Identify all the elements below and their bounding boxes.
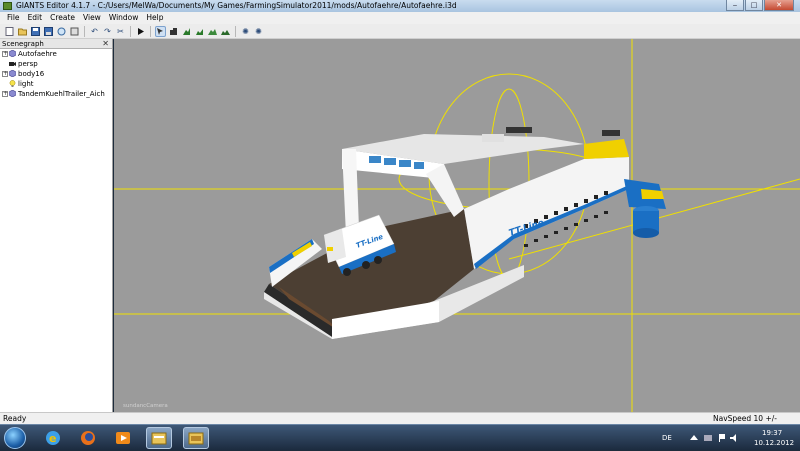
giants-editor-icon[interactable]	[183, 427, 209, 449]
new-file-icon[interactable]	[4, 26, 15, 37]
flag-icon[interactable]	[718, 434, 726, 442]
minimize-button[interactable]: ‒	[726, 0, 744, 11]
move-icon[interactable]	[168, 26, 179, 37]
clock-time[interactable]: 19:37	[762, 429, 782, 437]
tree-item-label: Autofaehre	[18, 50, 57, 58]
redo-icon[interactable]: ↷	[102, 26, 113, 37]
arrow-up-icon[interactable]	[690, 434, 698, 442]
3d-viewport[interactable]: TT-Line TT-Line sundancCamera	[114, 39, 800, 412]
toolbar-separator	[235, 25, 236, 37]
explorer-icon[interactable]	[146, 427, 172, 449]
tree-item-label: persp	[18, 60, 38, 68]
menu-file[interactable]: File	[3, 12, 24, 24]
window-title: GIANTS Editor 4.1.7 - C:/Users/MelWa/Doc…	[16, 1, 457, 10]
svg-text:e: e	[49, 432, 56, 445]
tree-item-light[interactable]: light	[0, 79, 112, 89]
tree-item-persp[interactable]: persp	[0, 59, 112, 69]
status-bar: Ready NavSpeed 10 +/-	[0, 412, 800, 424]
save-as-icon[interactable]	[43, 26, 54, 37]
volume-icon[interactable]	[730, 434, 738, 442]
menu-window[interactable]: Window	[105, 12, 143, 24]
title-bar: GIANTS Editor 4.1.7 - C:/Users/MelWa/Doc…	[0, 0, 800, 12]
internet-explorer-icon[interactable]: e	[40, 427, 66, 449]
play-icon[interactable]	[135, 26, 146, 37]
settings-icon[interactable]: ✺	[240, 26, 251, 37]
close-button[interactable]: ✕	[764, 0, 794, 11]
system-tray: DE 19:37 10.12.2012	[650, 425, 800, 451]
open-icon[interactable]	[17, 26, 28, 37]
giants-app-icon	[3, 2, 12, 10]
viewport-scene: TT-Line TT-Line sundancCamera	[114, 39, 800, 412]
windows-taskbar: e DE 19:37 10.12.2012	[0, 424, 800, 450]
camera-icon	[9, 62, 16, 66]
scenegraph-panel: Scenegraph ✕ + Autofaehre persp + body16…	[0, 39, 113, 412]
toolbar-separator	[150, 25, 151, 37]
transform-group-icon	[9, 90, 16, 97]
network-icon[interactable]	[704, 434, 712, 442]
firefox-icon[interactable]	[75, 427, 101, 449]
camera-icon[interactable]: ✺	[253, 26, 264, 37]
import-icon[interactable]	[56, 26, 67, 37]
viewport-camera-label: sundancCamera	[123, 403, 168, 409]
export-icon[interactable]	[69, 26, 80, 37]
start-button[interactable]	[4, 427, 26, 449]
nav-speed-text: NavSpeed 10 +/-	[713, 414, 777, 423]
select-icon[interactable]	[155, 25, 166, 37]
tree-item-body16[interactable]: + body16	[0, 69, 112, 79]
transform-group-icon	[9, 70, 16, 77]
menu-view[interactable]: View	[79, 12, 105, 24]
menu-edit[interactable]: Edit	[24, 12, 47, 24]
undo-icon[interactable]: ↶	[89, 26, 100, 37]
expand-icon[interactable]: +	[2, 51, 8, 57]
expand-icon[interactable]: +	[2, 71, 8, 77]
rotate-icon[interactable]	[181, 26, 192, 37]
transform-group-icon	[9, 50, 16, 57]
clock-date[interactable]: 10.12.2012	[754, 439, 794, 447]
tree-item-label: light	[18, 80, 34, 88]
ferry-model[interactable]: TT-Line	[264, 127, 666, 339]
expand-icon[interactable]: +	[2, 91, 8, 97]
panel-close-button[interactable]: ✕	[102, 39, 109, 49]
status-text: Ready	[3, 414, 27, 423]
terrain-icon[interactable]	[207, 26, 218, 37]
paint-icon[interactable]	[220, 26, 231, 37]
toolbar-separator	[130, 25, 131, 37]
tree-item-autofaehre[interactable]: + Autofaehre	[0, 49, 112, 59]
save-icon[interactable]	[30, 26, 41, 37]
toolbar: ↶ ↷ ✂ ✺ ✺	[0, 24, 800, 39]
tree-item-tandemkuehltrailer[interactable]: + TandemKuehlTrailer_Aich	[0, 89, 112, 99]
maximize-button[interactable]: □	[745, 0, 763, 11]
toolbar-separator	[84, 25, 85, 37]
scenegraph-title: Scenegraph	[2, 40, 44, 48]
scenegraph-header: Scenegraph ✕	[0, 39, 112, 49]
media-player-icon[interactable]	[110, 427, 136, 449]
tree-item-label: TandemKuehlTrailer_Aich	[18, 90, 105, 98]
tree-item-label: body16	[18, 70, 45, 78]
cut-icon[interactable]: ✂	[115, 26, 126, 37]
light-bulb-icon	[9, 80, 16, 87]
scale-icon[interactable]	[194, 26, 205, 37]
language-indicator[interactable]: DE	[662, 434, 672, 442]
menu-bar: File Edit Create View Window Help	[0, 12, 800, 24]
menu-create[interactable]: Create	[46, 12, 79, 24]
menu-help[interactable]: Help	[142, 12, 167, 24]
window-controls: ‒ □ ✕	[726, 0, 794, 12]
